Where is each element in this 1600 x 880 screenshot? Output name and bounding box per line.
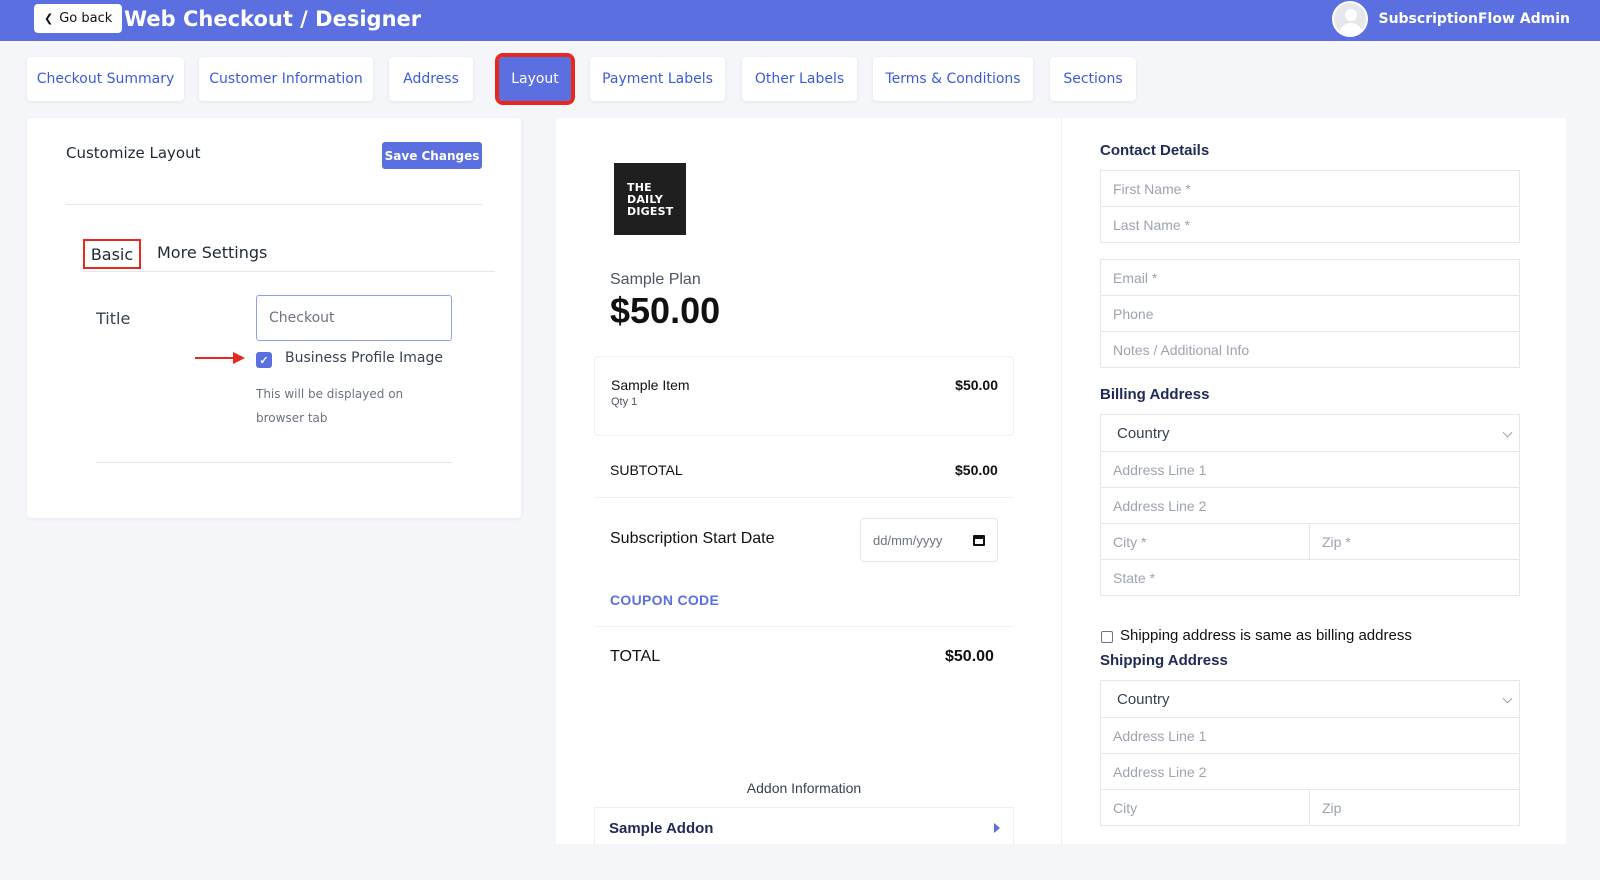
billing-country-value: Country bbox=[1117, 424, 1170, 442]
billing-address-title: Billing Address bbox=[1100, 386, 1210, 403]
go-back-label: Go back bbox=[59, 11, 113, 26]
tab-sections[interactable]: Sections bbox=[1050, 57, 1136, 101]
plan-price: $50.00 bbox=[610, 290, 721, 331]
item-qty: Qty 1 bbox=[611, 396, 638, 408]
divider bbox=[1061, 118, 1062, 844]
addon-name: Sample Addon bbox=[609, 820, 714, 837]
shipping-country-select[interactable]: Country bbox=[1100, 680, 1520, 718]
notes-field[interactable]: Notes / Additional Info bbox=[1100, 331, 1520, 368]
top-bar: ❮ Go back Web Checkout / Designer Subscr… bbox=[0, 0, 1600, 41]
plan-name: Sample Plan bbox=[610, 271, 701, 288]
customize-layout-panel: Customize Layout Save Changes Basic More… bbox=[27, 118, 521, 518]
chevron-down-icon bbox=[1502, 693, 1513, 704]
business-profile-image-checkbox[interactable]: ✓ bbox=[256, 352, 272, 368]
tab-checkout-summary[interactable]: Checkout Summary bbox=[27, 57, 184, 101]
user-menu[interactable]: SubscriptionFlow Admin bbox=[1332, 1, 1570, 37]
divider bbox=[594, 497, 1014, 498]
addon-information-heading: Addon Information bbox=[746, 780, 862, 796]
same-as-billing-label: Shipping address is same as billing addr… bbox=[1120, 627, 1412, 644]
shipping-address-title: Shipping Address bbox=[1100, 652, 1228, 669]
business-profile-image-label: Business Profile Image bbox=[285, 350, 444, 366]
phone-field[interactable]: Phone bbox=[1100, 295, 1520, 332]
page-title: Web Checkout / Designer bbox=[124, 7, 422, 31]
date-placeholder: dd/mm/yyyy bbox=[873, 532, 943, 548]
line-item: Sample Item Qty 1 $50.00 bbox=[594, 356, 1014, 436]
chevron-down-icon bbox=[1502, 427, 1513, 438]
subtotal-label: SUBTOTAL bbox=[610, 462, 683, 478]
business-logo: THE DAILY DIGEST bbox=[614, 163, 686, 235]
arrow-right-icon bbox=[195, 352, 245, 364]
last-name-field[interactable]: Last Name * bbox=[1100, 206, 1520, 243]
business-profile-image-help: This will be displayed on browser tab bbox=[256, 387, 404, 425]
item-price: $50.00 bbox=[955, 377, 998, 393]
panel-title: Customize Layout bbox=[66, 144, 201, 162]
tab-other-labels[interactable]: Other Labels bbox=[742, 57, 857, 101]
coupon-code-link[interactable]: COUPON CODE bbox=[610, 592, 719, 608]
divider bbox=[83, 271, 495, 272]
caret-right-icon bbox=[994, 823, 1000, 833]
title-input[interactable] bbox=[256, 295, 452, 341]
user-name: SubscriptionFlow Admin bbox=[1378, 11, 1570, 27]
billing-country-select[interactable]: Country bbox=[1100, 414, 1520, 452]
checkout-preview: THE DAILY DIGEST Sample Plan $50.00 Samp… bbox=[556, 118, 1566, 847]
total-label: TOTAL bbox=[610, 648, 661, 665]
subtotal-value: $50.00 bbox=[955, 462, 998, 478]
chevron-left-icon: ❮ bbox=[44, 12, 54, 25]
shipping-address-line2-field[interactable]: Address Line 2 bbox=[1100, 753, 1520, 790]
subtab-basic[interactable]: Basic bbox=[83, 239, 141, 269]
tab-terms-conditions[interactable]: Terms & Conditions bbox=[873, 57, 1033, 101]
title-field-label: Title bbox=[96, 309, 131, 328]
total-value: $50.00 bbox=[945, 648, 994, 665]
tab-address[interactable]: Address bbox=[389, 57, 473, 101]
calendar-icon[interactable] bbox=[973, 534, 985, 546]
email-field[interactable]: Email * bbox=[1100, 259, 1520, 296]
shipping-address-line1-field[interactable]: Address Line 1 bbox=[1100, 717, 1520, 754]
contact-details-title: Contact Details bbox=[1100, 142, 1210, 159]
billing-address-line2-field[interactable]: Address Line 2 bbox=[1100, 487, 1520, 524]
shipping-city-field[interactable]: City bbox=[1100, 789, 1310, 826]
tab-payment-labels[interactable]: Payment Labels bbox=[590, 57, 725, 101]
tab-customer-information[interactable]: Customer Information bbox=[199, 57, 373, 101]
start-date-input[interactable]: dd/mm/yyyy bbox=[860, 518, 998, 562]
shipping-zip-field[interactable]: Zip bbox=[1309, 789, 1520, 826]
divider bbox=[96, 462, 452, 463]
avatar[interactable] bbox=[1332, 1, 1369, 37]
billing-zip-field[interactable]: Zip * bbox=[1309, 523, 1520, 560]
divider bbox=[66, 204, 482, 205]
go-back-button[interactable]: ❮ Go back bbox=[34, 4, 123, 33]
first-name-field[interactable]: First Name * bbox=[1100, 170, 1520, 207]
divider bbox=[594, 626, 1014, 627]
tab-layout[interactable]: Layout bbox=[495, 53, 575, 105]
addon-row[interactable]: Sample Addon bbox=[594, 807, 1014, 847]
start-date-label: Subscription Start Date bbox=[610, 530, 775, 547]
save-changes-button[interactable]: Save Changes bbox=[382, 142, 482, 169]
item-name: Sample Item bbox=[611, 377, 690, 393]
billing-address-line1-field[interactable]: Address Line 1 bbox=[1100, 451, 1520, 488]
billing-city-field[interactable]: City * bbox=[1100, 523, 1310, 560]
shipping-country-value: Country bbox=[1117, 690, 1170, 708]
billing-state-field[interactable]: State * bbox=[1100, 559, 1520, 596]
same-as-billing-checkbox[interactable] bbox=[1101, 631, 1113, 643]
subtab-more-settings[interactable]: More Settings bbox=[157, 243, 267, 262]
